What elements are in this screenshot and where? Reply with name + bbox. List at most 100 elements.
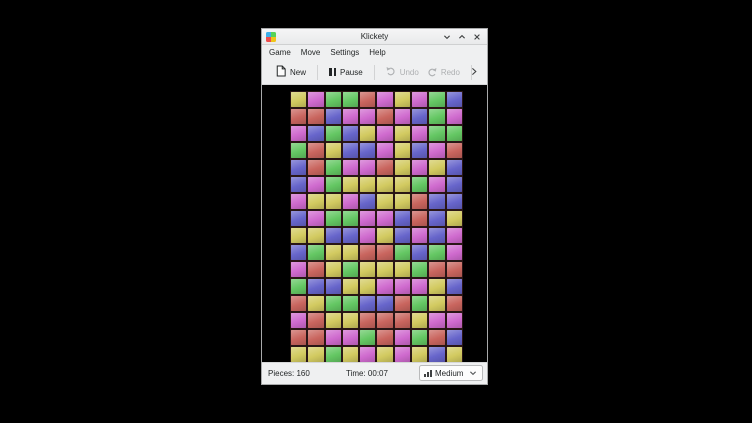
- redo-button[interactable]: Redo: [423, 64, 464, 80]
- board-cell[interactable]: [411, 244, 428, 261]
- board-cell[interactable]: [411, 125, 428, 142]
- board-cell[interactable]: [446, 91, 463, 108]
- board-cell[interactable]: [342, 108, 359, 125]
- board-cell[interactable]: [394, 261, 411, 278]
- board-cell[interactable]: [411, 261, 428, 278]
- menu-move[interactable]: Move: [296, 47, 326, 59]
- board-cell[interactable]: [325, 159, 342, 176]
- board-cell[interactable]: [359, 278, 376, 295]
- board-cell[interactable]: [290, 295, 307, 312]
- board-cell[interactable]: [428, 193, 445, 210]
- board-cell[interactable]: [290, 159, 307, 176]
- board-cell[interactable]: [411, 329, 428, 346]
- board-cell[interactable]: [359, 91, 376, 108]
- board-cell[interactable]: [359, 312, 376, 329]
- board-cell[interactable]: [446, 159, 463, 176]
- board-cell[interactable]: [411, 193, 428, 210]
- board-cell[interactable]: [446, 261, 463, 278]
- board-cell[interactable]: [307, 261, 324, 278]
- board-cell[interactable]: [290, 244, 307, 261]
- board-cell[interactable]: [394, 176, 411, 193]
- board-cell[interactable]: [446, 193, 463, 210]
- board-cell[interactable]: [411, 278, 428, 295]
- board-cell[interactable]: [307, 346, 324, 363]
- board-cell[interactable]: [342, 125, 359, 142]
- board-cell[interactable]: [446, 312, 463, 329]
- board-cell[interactable]: [342, 176, 359, 193]
- board-cell[interactable]: [342, 193, 359, 210]
- board-cell[interactable]: [342, 312, 359, 329]
- board-cell[interactable]: [428, 312, 445, 329]
- board-cell[interactable]: [446, 142, 463, 159]
- board-cell[interactable]: [394, 91, 411, 108]
- board-cell[interactable]: [428, 261, 445, 278]
- close-icon[interactable]: [473, 33, 481, 41]
- board-cell[interactable]: [446, 176, 463, 193]
- board-cell[interactable]: [359, 295, 376, 312]
- board-cell[interactable]: [325, 142, 342, 159]
- board-cell[interactable]: [376, 329, 393, 346]
- difficulty-select[interactable]: Medium: [419, 365, 483, 381]
- board-cell[interactable]: [342, 261, 359, 278]
- board-cell[interactable]: [394, 125, 411, 142]
- board-cell[interactable]: [290, 261, 307, 278]
- board-cell[interactable]: [325, 295, 342, 312]
- board-cell[interactable]: [394, 295, 411, 312]
- board-cell[interactable]: [325, 125, 342, 142]
- board-cell[interactable]: [290, 210, 307, 227]
- board-cell[interactable]: [342, 227, 359, 244]
- board-cell[interactable]: [325, 346, 342, 363]
- board-cell[interactable]: [359, 346, 376, 363]
- board-cell[interactable]: [394, 227, 411, 244]
- board-cell[interactable]: [446, 227, 463, 244]
- board-cell[interactable]: [290, 142, 307, 159]
- board-cell[interactable]: [342, 91, 359, 108]
- board-cell[interactable]: [376, 193, 393, 210]
- board-cell[interactable]: [342, 210, 359, 227]
- board-cell[interactable]: [376, 108, 393, 125]
- board-cell[interactable]: [307, 295, 324, 312]
- menu-game[interactable]: Game: [264, 47, 296, 59]
- board-cell[interactable]: [307, 193, 324, 210]
- board-cell[interactable]: [446, 295, 463, 312]
- board-cell[interactable]: [446, 108, 463, 125]
- board-cell[interactable]: [307, 176, 324, 193]
- board-cell[interactable]: [307, 108, 324, 125]
- board-cell[interactable]: [376, 176, 393, 193]
- board-cell[interactable]: [342, 329, 359, 346]
- board-cell[interactable]: [376, 312, 393, 329]
- board-cell[interactable]: [394, 108, 411, 125]
- board-cell[interactable]: [342, 159, 359, 176]
- board-cell[interactable]: [359, 227, 376, 244]
- board-cell[interactable]: [428, 176, 445, 193]
- pause-button[interactable]: Pause: [325, 65, 367, 80]
- titlebar[interactable]: Klickety: [262, 29, 487, 45]
- board-cell[interactable]: [411, 108, 428, 125]
- board-cell[interactable]: [446, 125, 463, 142]
- board-cell[interactable]: [307, 329, 324, 346]
- board-cell[interactable]: [376, 278, 393, 295]
- board-cell[interactable]: [428, 346, 445, 363]
- board-cell[interactable]: [359, 329, 376, 346]
- board-cell[interactable]: [325, 176, 342, 193]
- board-cell[interactable]: [394, 312, 411, 329]
- board-cell[interactable]: [359, 142, 376, 159]
- board-cell[interactable]: [428, 125, 445, 142]
- new-button[interactable]: New: [272, 62, 310, 82]
- board-cell[interactable]: [411, 346, 428, 363]
- board-cell[interactable]: [428, 210, 445, 227]
- board-cell[interactable]: [394, 210, 411, 227]
- board-cell[interactable]: [325, 329, 342, 346]
- board-cell[interactable]: [342, 142, 359, 159]
- board-cell[interactable]: [359, 159, 376, 176]
- board-cell[interactable]: [307, 244, 324, 261]
- minimize-icon[interactable]: [443, 33, 451, 41]
- board-cell[interactable]: [394, 278, 411, 295]
- board-cell[interactable]: [428, 295, 445, 312]
- board-cell[interactable]: [394, 142, 411, 159]
- maximize-icon[interactable]: [458, 33, 466, 41]
- board-cell[interactable]: [428, 329, 445, 346]
- board-cell[interactable]: [376, 295, 393, 312]
- board-cell[interactable]: [428, 278, 445, 295]
- board-cell[interactable]: [376, 210, 393, 227]
